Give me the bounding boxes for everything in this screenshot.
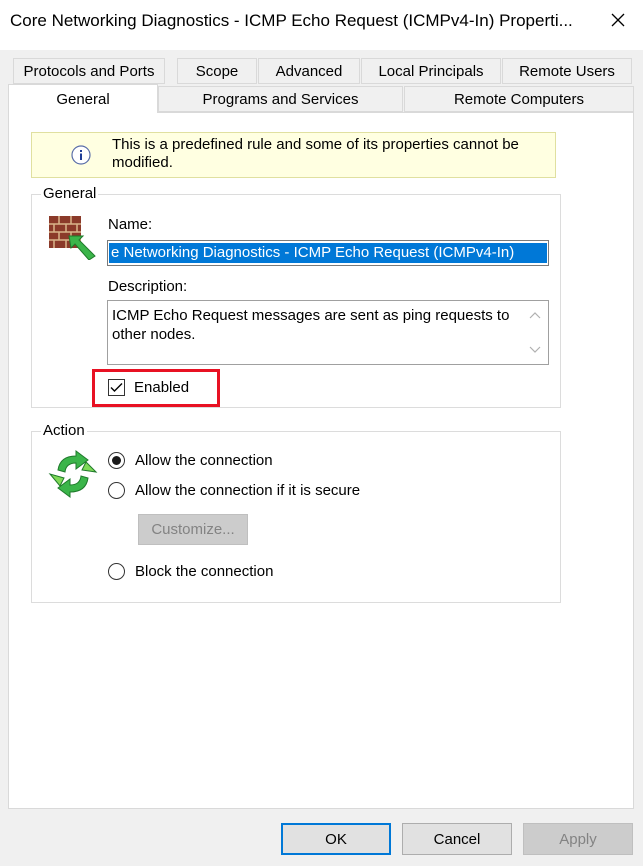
title-bar: Core Networking Diagnostics - ICMP Echo … (0, 0, 643, 50)
description-field[interactable]: ICMP Echo Request messages are sent as p… (107, 300, 549, 365)
firewall-rule-icon (49, 216, 96, 260)
radio-label: Block the connection (135, 563, 274, 580)
tab-advanced[interactable]: Advanced (258, 58, 360, 84)
tab-scope[interactable]: Scope (177, 58, 257, 84)
radio-allow[interactable]: Allow the connection (108, 452, 273, 469)
action-group-label: Action (41, 422, 87, 439)
enabled-checkbox-row[interactable]: Enabled (108, 379, 189, 396)
ok-button[interactable]: OK (281, 823, 391, 855)
cancel-button[interactable]: Cancel (402, 823, 512, 855)
name-value: e Networking Diagnostics - ICMP Echo Req… (109, 243, 547, 263)
radio-selected-dot (112, 456, 121, 465)
tab-label: Protocols and Ports (23, 62, 155, 80)
cancel-label: Cancel (433, 830, 481, 848)
apply-button[interactable]: Apply (523, 823, 633, 855)
tab-label: General (56, 90, 110, 108)
description-scrollbar[interactable] (522, 301, 548, 364)
checkmark-icon (110, 383, 123, 392)
customize-button[interactable]: Customize... (138, 514, 248, 545)
tab-remote-computers[interactable]: Remote Computers (404, 86, 634, 112)
chevron-up-icon[interactable] (529, 311, 541, 319)
ok-label: OK (325, 830, 347, 848)
radio-button[interactable] (108, 452, 125, 469)
radio-button[interactable] (108, 482, 125, 499)
customize-label: Customize... (151, 521, 235, 538)
name-field[interactable]: e Networking Diagnostics - ICMP Echo Req… (107, 240, 549, 266)
tab-label: Programs and Services (202, 90, 359, 108)
enabled-label: Enabled (134, 379, 190, 396)
name-label: Name: (108, 216, 153, 233)
description-label: Description: (108, 278, 188, 295)
tab-label: Scope (195, 62, 239, 80)
info-icon (71, 145, 91, 165)
window-title: Core Networking Diagnostics - ICMP Echo … (10, 11, 573, 30)
radio-allow-if-secure[interactable]: Allow the connection if it is secure (108, 482, 360, 499)
tab-label: Local Principals (378, 62, 484, 80)
tab-label: Remote Users (519, 62, 615, 80)
refresh-arrows-icon (48, 450, 98, 498)
info-text: This is a predefined rule and some of it… (112, 136, 519, 171)
close-button[interactable] (598, 4, 638, 36)
chevron-down-icon[interactable] (529, 346, 541, 354)
radio-button[interactable] (108, 563, 125, 580)
tab-protocols-and-ports[interactable]: Protocols and Ports (13, 58, 165, 84)
tab-general[interactable]: General (8, 84, 158, 113)
radio-block[interactable]: Block the connection (108, 563, 273, 580)
radio-label: Allow the connection (135, 452, 273, 469)
close-icon (611, 13, 625, 27)
general-group-label: General (41, 185, 99, 202)
tab-remote-users[interactable]: Remote Users (502, 58, 632, 84)
enabled-checkbox[interactable] (108, 379, 125, 396)
tab-programs-and-services[interactable]: Programs and Services (158, 86, 403, 112)
info-banner: This is a predefined rule and some of it… (31, 132, 556, 178)
radio-label: Allow the connection if it is secure (135, 482, 361, 499)
tab-label: Advanced (275, 62, 343, 80)
apply-label: Apply (559, 830, 597, 848)
tab-local-principals[interactable]: Local Principals (361, 58, 501, 84)
description-value: ICMP Echo Request messages are sent as p… (112, 307, 510, 343)
tab-label: Remote Computers (453, 90, 585, 108)
